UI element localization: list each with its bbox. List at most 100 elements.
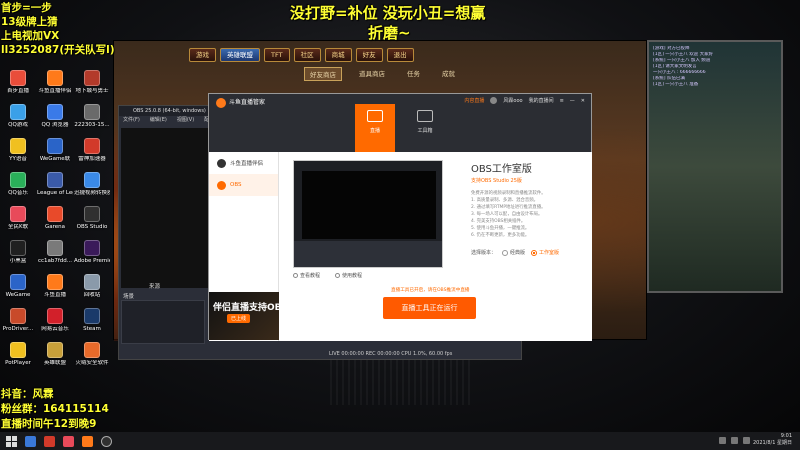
view-tutorial-link[interactable]: 查看教程 [293, 272, 320, 279]
caption-fan-group: 粉丝群：164115114 [1, 403, 109, 415]
desktop-icon[interactable]: 小黑盒 [0, 240, 36, 265]
game-subtab[interactable]: 道具商店 [354, 67, 390, 81]
side-chat-log: [游戏] 对方已投降 [1区] 一只小王八 欢迎 大家好 [系统] 一只小王八 加入… [653, 46, 779, 106]
promo-link[interactable]: 内容直播 [464, 97, 484, 104]
input-icon[interactable] [743, 437, 750, 444]
obs-scenes-panel[interactable] [121, 300, 205, 344]
username[interactable]: 风霖ooo [503, 97, 522, 104]
desktop-icon[interactable]: QQ 浏览器 [37, 104, 73, 129]
desktop-icon[interactable]: WeGame联 [37, 138, 73, 163]
desktop-icon[interactable]: OBS Studio [74, 206, 110, 231]
game-tab[interactable]: 社区 [293, 48, 321, 62]
menu-icon[interactable]: ≡ [560, 98, 564, 104]
tab-live[interactable]: 直播 [355, 104, 395, 152]
obs-menu-item[interactable]: 文件(F) [123, 116, 140, 125]
desktop-icon[interactable]: 斗鱼直播伴侣 [37, 70, 73, 95]
desktop-icon[interactable]: QQ游戏 [0, 104, 36, 129]
game-subtab[interactable]: 好友商店 [304, 67, 342, 81]
info-line: 5. 使用斗鱼开播，一键推流。 [471, 226, 530, 231]
desktop-icon-label: 地下城与勇士 [75, 88, 109, 94]
game-tab[interactable]: TFT [264, 48, 290, 62]
obs-menu-item[interactable]: 编辑(E) [150, 116, 167, 125]
app-icon [84, 274, 100, 290]
desktop-icon[interactable]: Garena [37, 206, 73, 231]
obs-sources-header: 来源 [149, 284, 161, 290]
desktop-icon[interactable]: YY语音 [0, 138, 36, 163]
sidebar-item-obs[interactable]: OBS [209, 174, 278, 196]
obs-menu-item[interactable]: 视图(V) [177, 116, 194, 125]
version-label: 选择版本： [471, 250, 497, 256]
desktop-icon-label: 首步直播 [6, 88, 29, 94]
version-studio[interactable]: 工作室版 [531, 249, 559, 256]
desktop-icon[interactable]: 雷神加速器 [74, 138, 110, 163]
clock[interactable]: 9:01 2021/8/1 星期日 [753, 433, 792, 447]
info-line: 1. 高质量录制、多源、混合音频。 [471, 198, 539, 203]
avatar[interactable] [490, 97, 498, 104]
desktop-icon[interactable]: 火绒安全软件 [74, 342, 110, 367]
app-icon [10, 274, 26, 290]
desktop-icon[interactable]: 斗鱼直播 [37, 274, 73, 299]
desktop-icon[interactable]: League of Legends [37, 172, 73, 197]
game-tab[interactable]: 退出 [386, 48, 414, 62]
info-line: 2. 通过填写RTMP地址进行推流直播。 [471, 205, 546, 210]
game-subtab[interactable]: 成就 [437, 67, 460, 81]
game-icon[interactable] [63, 435, 74, 447]
desktop-icon[interactable]: 地下城与勇士 [74, 70, 110, 95]
desktop-icon[interactable]: 迅捷视频转换器 [74, 172, 110, 197]
desktop-icon[interactable]: 222303-15... [74, 104, 110, 129]
browser-icon[interactable] [44, 435, 55, 447]
desktop-icon-label: 回收站 [83, 292, 101, 298]
side-game-window[interactable]: [游戏] 对方已投降 [1区] 一只小王八 欢迎 大家好 [系统] 一只小王八 加入… [647, 40, 783, 293]
desktop-icon[interactable]: 首步直播 [0, 70, 36, 95]
app-icon [84, 206, 100, 222]
game-tab[interactable]: 商城 [324, 48, 352, 62]
douyu-icon[interactable] [82, 435, 93, 447]
desktop-icon[interactable]: cc1ab7fdd... [37, 240, 73, 265]
desktop-icon[interactable]: ProDriver... [0, 308, 36, 333]
minimize-icon[interactable]: — [570, 98, 575, 104]
promo-banner[interactable]: 伴侣直播支持OBS 已上线 [209, 292, 288, 340]
my-room-link[interactable]: 我的直播间 [529, 97, 554, 104]
explorer-icon[interactable] [25, 435, 36, 447]
desktop-icon-label: cc1ab7fdd... [37, 258, 73, 264]
desktop-icon[interactable]: QQ音乐 [0, 172, 36, 197]
clock-date: 2021/8/1 星期日 [752, 440, 792, 446]
game-subtab[interactable]: 任务 [402, 67, 425, 81]
info-line: 6. 仍在不断更新，更多功能。 [471, 233, 530, 238]
sidebar-item-companion[interactable]: 斗鱼直播伴侣 [209, 152, 278, 174]
desktop-icon[interactable]: 全民K歌 [0, 206, 36, 231]
desktop-icon-label: WeGame [5, 292, 31, 298]
app-icon [47, 240, 63, 256]
app-icon [47, 342, 63, 358]
desktop-icon[interactable]: 英雄联盟 [37, 342, 73, 367]
game-tab[interactable]: 游戏 [189, 48, 216, 62]
version-classic[interactable]: 经典版 [502, 249, 525, 256]
app-icon [10, 342, 26, 358]
clock-time: 9:01 [780, 433, 792, 439]
network-icon[interactable] [719, 437, 726, 444]
preview-screen [302, 171, 436, 239]
desktop-icon[interactable]: WeGame [0, 274, 36, 299]
desktop-icon[interactable]: 回收站 [74, 274, 110, 299]
play-icon [293, 273, 298, 278]
douyu-title: 斗鱼直播管家 [229, 99, 266, 106]
game-tab[interactable]: 英雄联盟 [220, 48, 260, 62]
tab-toolbox[interactable]: 工具箱 [405, 104, 445, 152]
desktop-icon[interactable]: 网易云音乐 [37, 308, 73, 333]
start-button[interactable] [6, 435, 17, 447]
game-tab[interactable]: 好友 [355, 48, 383, 62]
desktop-icon-label: Adobe Premie... [74, 258, 110, 264]
close-icon[interactable]: ✕ [581, 98, 585, 104]
desktop-icon[interactable]: PotPlayer [0, 342, 36, 367]
volume-icon[interactable] [731, 437, 738, 444]
app-icon [47, 206, 63, 222]
tool-running-button[interactable]: 直播工具正在运行 [383, 297, 476, 319]
douyu-manager-window[interactable]: 斗鱼直播管家 直播 工具箱 内容直播 风霖ooo 我的直播间 ≡ — ✕ 斗鱼直… [208, 93, 592, 341]
usage-tutorial-link[interactable]: 使用教程 [335, 272, 362, 279]
desktop-icon-label: OBS Studio [76, 224, 108, 230]
desktop-icon-label: QQ 浏览器 [41, 122, 69, 128]
desktop-icon[interactable]: Steam [74, 308, 110, 333]
desktop-icon[interactable]: Adobe Premie... [74, 240, 110, 265]
obs-icon[interactable] [101, 435, 112, 447]
radio-icon [531, 249, 538, 256]
